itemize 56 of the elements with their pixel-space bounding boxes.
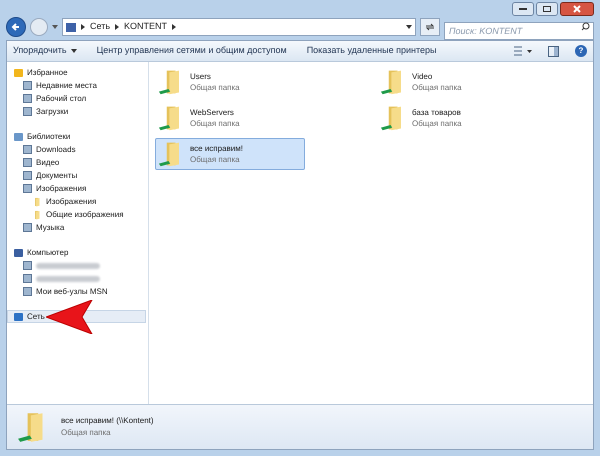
toolbar-button[interactable]: Упорядочить [13,44,77,58]
folder-item[interactable]: все исправим! Общая папка [155,138,305,170]
nav-group-icon [14,68,23,76]
item-name: все исправим! (\\Kontent) [61,415,154,427]
breadcrumb[interactable]: Сеть [90,20,110,34]
nav-item[interactable]: Компьютер [7,246,146,259]
maximize-button[interactable] [536,2,558,16]
refresh-icon [425,23,435,31]
nav-item[interactable]: Downloads [7,143,146,156]
nav-group-icon [14,312,23,320]
breadcrumb[interactable]: KONTENT [124,20,168,34]
nav-item[interactable]: Видео [7,156,146,169]
nav-item[interactable]: Изображения [7,195,146,208]
nav-item[interactable]: Загрузки [7,105,146,118]
dropdown-icon[interactable] [406,25,412,29]
chevron-icon[interactable] [81,24,85,30]
minimize-button[interactable] [512,2,534,16]
folder-icon [32,196,42,206]
nav-item[interactable]: Библиотеки [7,130,146,143]
view-options-icon[interactable] [514,46,532,56]
toolbar-button[interactable]: Показать удаленные принтеры [306,44,436,58]
search-field[interactable]: Поиск: KONTENT [444,22,594,40]
toolbar-button[interactable]: Центр управления сетями и общим доступом [96,44,287,58]
chevron-icon[interactable] [115,24,120,30]
address-bar[interactable]: Сеть KONTENT [62,18,416,36]
item-type: Общая папка [61,427,112,439]
search-icon [581,22,590,31]
close-button[interactable] [560,2,594,16]
help-icon[interactable]: ? [575,45,587,57]
nav-item[interactable]: Общие изображения [7,208,146,221]
folder-item[interactable]: WebServers Общая папка [155,102,305,134]
chevron-icon[interactable] [172,24,176,30]
nav-group-icon [14,132,23,140]
caret-icon [70,49,77,53]
nav-item[interactable]: Музыка [7,221,146,234]
folder-item[interactable]: база товаров Общая папка [377,102,527,134]
back-arrow-icon [11,22,21,32]
pointer-arrow-drawing [46,300,94,334]
blurred-text [36,276,100,282]
close-icon [573,5,581,13]
nav-item[interactable]: Документы [7,169,146,182]
blurred-text [36,262,100,268]
folder-item[interactable]: Users Общая папка [155,66,305,98]
nav-item[interactable]: Недавние места [7,79,146,92]
folder-item[interactable]: Video Общая папка [377,66,527,98]
nav-item[interactable]: Избранное [7,66,146,79]
nav-group-icon [14,248,23,256]
preview-pane-icon[interactable] [548,46,559,56]
nav-item[interactable]: Изображения [7,182,146,195]
refresh-button[interactable] [420,18,440,36]
nav-item[interactable]: Мои веб-узлы MSN [7,285,146,298]
nav-item[interactable]: Рабочий стол [7,92,146,105]
nav-item-icon [23,223,32,232]
back-button[interactable] [6,17,26,37]
folder-icon [32,210,42,220]
network-icon [66,22,76,32]
